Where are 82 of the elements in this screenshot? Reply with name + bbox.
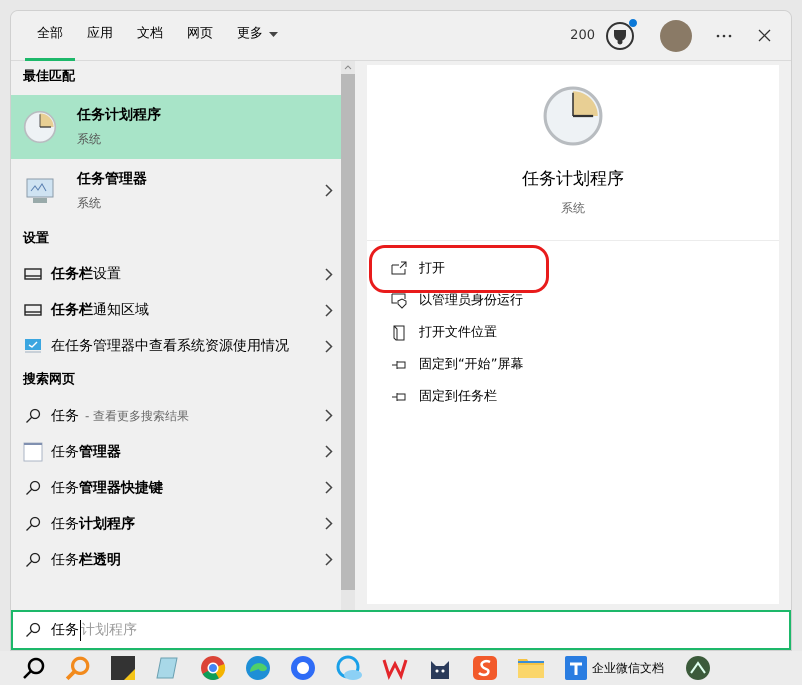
points-count: 200: [570, 26, 595, 45]
search-icon: [25, 552, 41, 568]
result-title: 任务计划程序: [51, 514, 135, 534]
setting-item[interactable]: 在任务管理器中查看系统资源使用情况: [11, 328, 341, 364]
document-app-icon[interactable]: [564, 655, 588, 681]
chevron-right-icon: [325, 340, 333, 352]
magnifier-app-icon[interactable]: [65, 655, 91, 681]
search-icon: [25, 408, 41, 424]
search-icon: [25, 480, 41, 496]
chevron-right-icon: [325, 184, 333, 197]
web-result-item[interactable]: 任务栏透明: [11, 542, 341, 578]
filter-tab[interactable]: 更多: [225, 11, 290, 60]
result-title: 在任务管理器中查看系统资源使用情况: [51, 337, 289, 356]
result-title: 任务栏设置: [51, 265, 121, 284]
clock-icon: [542, 85, 604, 147]
folder-icon[interactable]: [517, 656, 545, 680]
result-title: 任务管理器快捷键: [51, 478, 163, 498]
sticky-note-icon[interactable]: [110, 655, 136, 681]
best-match-item[interactable]: 任务计划程序 系统: [11, 94, 341, 158]
result-title: 任务管理器: [77, 170, 148, 189]
detail-subtitle: 系统: [561, 200, 585, 216]
input-method-icon[interactable]: [472, 655, 498, 681]
chevron-right-icon: [325, 445, 333, 458]
filter-tab[interactable]: 全部: [25, 11, 75, 60]
setting-item[interactable]: 任务栏设置: [11, 256, 341, 292]
monitor-icon: [24, 338, 42, 354]
app-icon[interactable]: [685, 655, 711, 681]
scroll-up-icon[interactable]: [344, 65, 352, 70]
open-external-icon: [391, 261, 407, 277]
section-heading: 搜索网页: [22, 370, 76, 389]
avatar[interactable]: [660, 20, 692, 52]
action-link[interactable]: 固定到“开始”屏幕: [391, 355, 524, 375]
search-suggestion: 计划程序: [81, 620, 137, 640]
close-icon[interactable]: [758, 29, 771, 42]
search-icon[interactable]: [22, 656, 46, 680]
window-icon: [23, 442, 43, 462]
section-heading: 设置: [22, 230, 50, 248]
action-link[interactable]: 固定到任务栏: [391, 387, 497, 407]
filter-tab[interactable]: 应用: [75, 11, 125, 60]
chevron-right-icon: [325, 481, 333, 494]
best-match-item[interactable]: 任务管理器 系统: [11, 158, 341, 222]
chevron-right-icon: [325, 553, 333, 566]
action-link[interactable]: 打开文件位置: [391, 323, 497, 343]
action-link[interactable]: 以管理员身份运行: [391, 291, 523, 311]
filter-tab[interactable]: 网页: [175, 11, 225, 60]
cloud-app-icon[interactable]: [335, 655, 363, 681]
web-result-item[interactable]: 任务管理器: [11, 434, 341, 470]
clock-icon: [23, 110, 57, 144]
chevron-right-icon: [325, 409, 333, 422]
search-box[interactable]: 任务计划程序: [11, 610, 791, 650]
result-title: 任务栏通知区域: [51, 301, 149, 320]
shield-icon: [391, 293, 407, 309]
result-title: 任务管理器: [51, 442, 121, 462]
trophy-icon[interactable]: [605, 20, 635, 50]
section-heading: 最佳匹配: [22, 68, 76, 86]
setting-item[interactable]: 任务栏通知区域: [11, 292, 341, 328]
web-result-item[interactable]: 任务管理器快捷键: [11, 470, 341, 506]
filter-tab[interactable]: 文档: [125, 11, 175, 60]
result-subtitle: 系统: [77, 195, 102, 212]
browser-icon[interactable]: [200, 655, 226, 681]
result-title: 任务栏透明: [51, 550, 121, 570]
more-icon[interactable]: [716, 34, 732, 38]
search-icon: [25, 622, 41, 638]
search-value: 任务: [51, 620, 81, 640]
result-hint: - 查看更多搜索结果: [85, 408, 190, 424]
action-link[interactable]: 打开: [391, 259, 445, 279]
search-icon: [25, 516, 41, 532]
web-result-item[interactable]: 任务 - 查看更多搜索结果: [11, 398, 341, 434]
taskbar-app-label: 企业微信文档: [592, 660, 664, 677]
chevron-right-icon: [325, 268, 333, 280]
taskbar-icon: [24, 304, 42, 316]
result-subtitle: 系统: [77, 131, 102, 148]
web-result-item[interactable]: 任务计划程序: [11, 506, 341, 542]
chat-app-icon[interactable]: [290, 655, 316, 681]
file-icon: [391, 325, 407, 341]
taskbar-icon: [24, 268, 42, 280]
chevron-right-icon: [325, 304, 333, 316]
result-title: 任务计划程序: [77, 106, 162, 125]
browser-icon[interactable]: [245, 655, 271, 681]
detail-title: 任务计划程序: [522, 168, 624, 191]
result-title: 任务: [51, 406, 79, 426]
chevron-right-icon: [325, 517, 333, 530]
